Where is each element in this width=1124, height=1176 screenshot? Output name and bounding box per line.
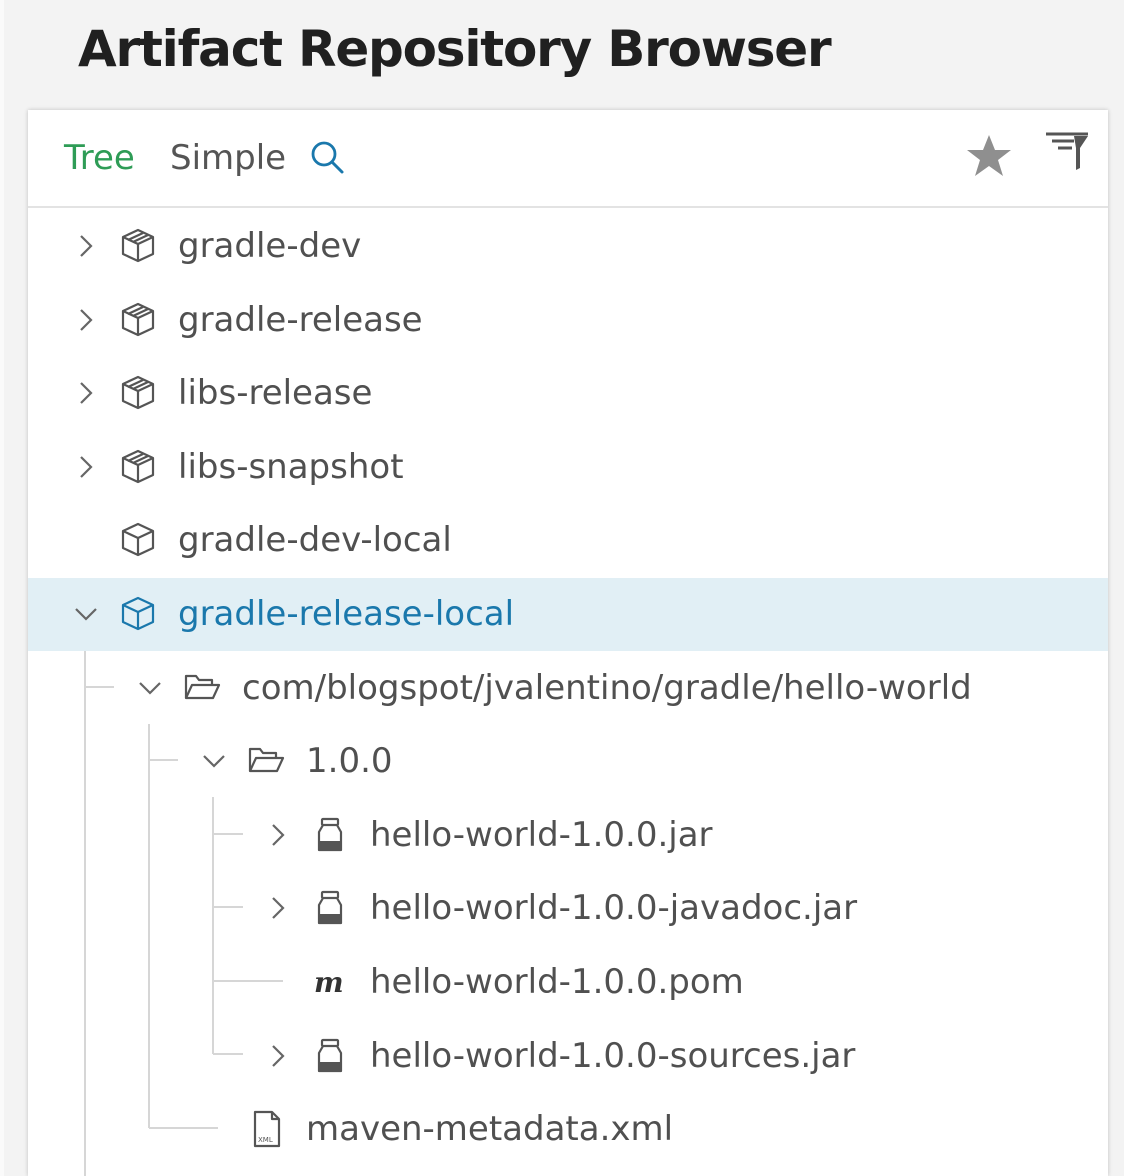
browser-toolbar: Tree Simple [28,110,1108,208]
page-title: Artifact Repository Browser [78,20,832,78]
chevron-down-icon[interactable] [136,674,164,702]
svg-text:XML: XML [258,1136,273,1144]
maven-pom-icon: m [310,962,350,1002]
tree-item-label: libs-release [178,373,373,414]
tree-item[interactable]: gradle-release-local [28,578,1108,651]
chevron-right-icon[interactable] [72,232,100,260]
chevron-right-icon[interactable] [72,306,100,334]
tab-tree[interactable]: Tree [64,138,135,178]
tree-item-label: maven-metadata.xml [306,1109,674,1150]
virtual-repo-icon [118,373,158,413]
tree-item[interactable]: gradle-dev [28,210,1108,283]
tree-item-label: gradle-dev [178,226,362,266]
chevron-right-icon[interactable] [264,1042,292,1070]
star-icon[interactable] [964,132,1014,182]
tree-item[interactable]: m hello-world-1.0.0.pom [28,946,1108,1019]
local-repo-icon [118,594,158,634]
tree-item[interactable]: libs-release [28,357,1108,430]
chevron-down-icon[interactable] [72,600,100,628]
jar-icon [310,888,350,928]
chevron-right-icon[interactable] [72,453,100,481]
tree-item[interactable]: gradle-release [28,284,1108,357]
filter-icon[interactable] [1044,130,1090,176]
tree-item-label: hello-world-1.0.0-javadoc.jar [370,888,858,929]
tree-item-label: hello-world-1.0.0.jar [370,814,713,855]
jar-icon [310,1036,350,1076]
tree-item[interactable]: hello-world-1.0.0-javadoc.jar [28,872,1108,945]
search-icon[interactable] [308,138,348,178]
chevron-right-icon[interactable] [264,894,292,922]
tree-item[interactable]: XML maven-metadata.xml [28,1093,1108,1166]
tree-item[interactable]: gradle-dev-local [28,504,1108,577]
tree-browser-panel: Tree Simple gradle-dev gradle-release li… [28,110,1108,1176]
tree-item-label: gradle-release-local [178,594,515,634]
tree-item[interactable]: com/blogspot/jvalentino/gradle/hello-wor… [28,652,1108,725]
xml-file-icon: XML [246,1109,286,1149]
virtual-repo-icon [118,300,158,340]
svg-text:m: m [314,966,344,999]
tree-item-label: hello-world-1.0.0-sources.jar [370,1035,856,1076]
tree-item-label: gradle-dev-local [178,520,452,561]
tree-item-label: hello-world-1.0.0.pom [370,962,744,1002]
jar-icon [310,815,350,855]
virtual-repo-icon [118,447,158,487]
tree-item-label: 1.0.0 [306,741,393,782]
chevron-right-icon[interactable] [264,821,292,849]
tree-item[interactable]: hello-world-1.0.0-sources.jar [28,1020,1108,1093]
local-repo-icon [118,520,158,560]
folder-open-icon [246,741,286,781]
virtual-repo-icon [118,226,158,266]
tree-item-label: gradle-release [178,299,423,340]
tree-item-label: libs-snapshot [178,446,404,487]
tree-item[interactable]: libs-snapshot [28,431,1108,504]
tree-item-label: com/blogspot/jvalentino/gradle/hello-wor… [242,667,972,708]
chevron-right-icon[interactable] [72,379,100,407]
tree-item[interactable]: hello-world-1.0.0.jar [28,799,1108,872]
tree-item[interactable]: 1.0.0 [28,725,1108,798]
chevron-down-icon[interactable] [200,747,228,775]
left-edge [0,0,4,1176]
tab-simple[interactable]: Simple [170,138,286,178]
folder-open-icon [182,668,222,708]
